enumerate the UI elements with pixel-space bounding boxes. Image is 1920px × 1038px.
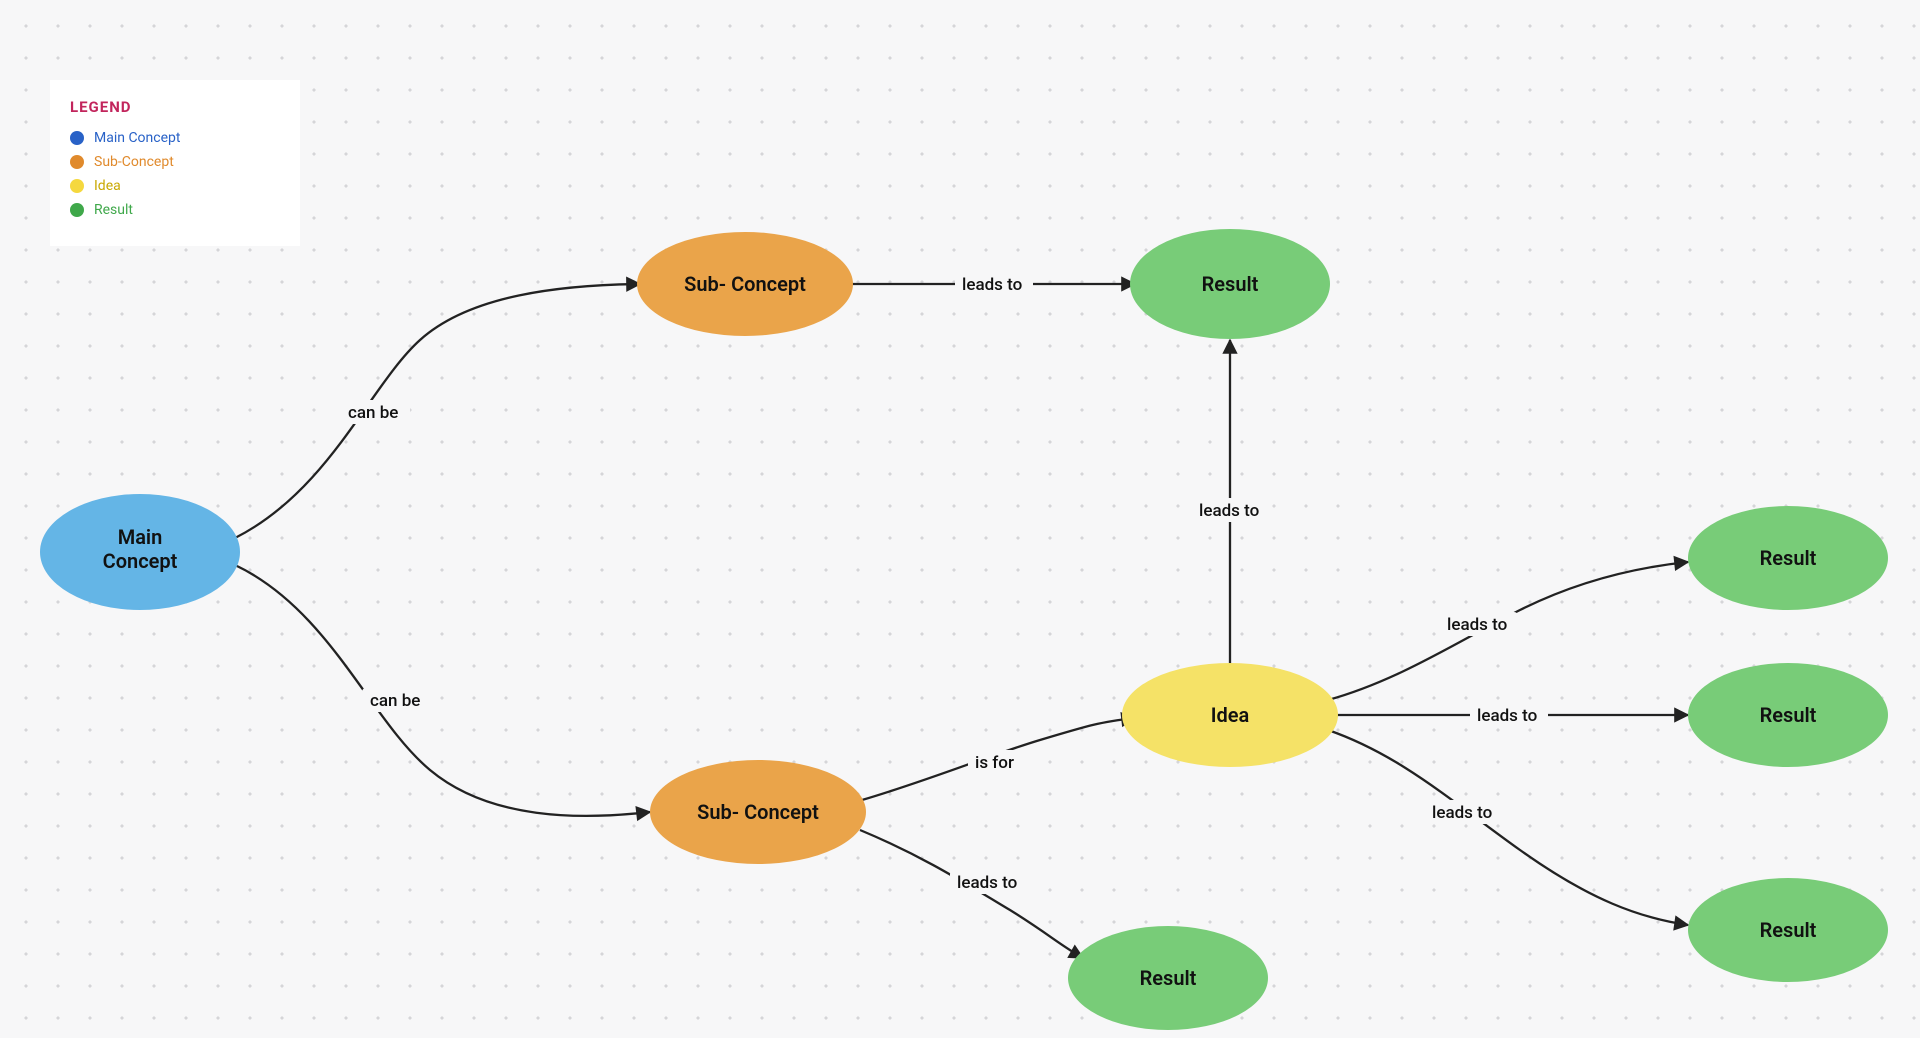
- edge-label-sub2-idea: is for: [975, 753, 1014, 773]
- node-result-mid[interactable]: Result: [1068, 926, 1268, 1030]
- node-result-r3[interactable]: Result: [1688, 878, 1888, 982]
- edge-label-idea-r1: leads to: [1447, 615, 1507, 635]
- edge-label-idea-r3: leads to: [1432, 803, 1492, 823]
- edge-main-sub1[interactable]: [235, 284, 640, 538]
- node-result-r3-label: Result: [1760, 918, 1817, 942]
- node-result-r1[interactable]: Result: [1688, 506, 1888, 610]
- node-idea[interactable]: Idea: [1122, 663, 1338, 767]
- node-result-r2-label: Result: [1760, 703, 1817, 727]
- edge-label-idea-r2: leads to: [1477, 706, 1537, 726]
- edge-label-idea-resulttop: leads to: [1199, 501, 1259, 521]
- node-sub2-label: Sub- Concept: [697, 800, 819, 824]
- edge-main-sub2[interactable]: [235, 565, 650, 816]
- node-result-r1-label: Result: [1760, 546, 1817, 570]
- node-result-r2[interactable]: Result: [1688, 663, 1888, 767]
- edge-idea-r3[interactable]: [1328, 730, 1688, 925]
- node-main-label2: Concept: [103, 549, 178, 573]
- edge-label-main-sub1: can be: [348, 403, 398, 423]
- node-sub-concept-1[interactable]: Sub- Concept: [637, 232, 853, 336]
- edge-label-main-sub2: can be: [370, 691, 420, 711]
- diagram-canvas[interactable]: LEGEND Main Concept Sub-Concept Idea Res…: [0, 0, 1920, 1038]
- node-result-mid-label: Result: [1140, 966, 1197, 990]
- diagram-svg: can be can be leads to is for leads to l…: [0, 0, 1920, 1038]
- node-result-top[interactable]: Result: [1130, 229, 1330, 339]
- edge-label-sub1-resulttop: leads to: [962, 275, 1022, 295]
- node-sub-concept-2[interactable]: Sub- Concept: [650, 760, 866, 864]
- node-sub1-label: Sub- Concept: [684, 272, 806, 296]
- node-result-top-label: Result: [1202, 272, 1259, 296]
- node-main-label1: Main: [118, 525, 163, 549]
- node-idea-label: Idea: [1211, 703, 1250, 727]
- edge-label-sub2-resultmid: leads to: [957, 873, 1017, 893]
- node-main-concept[interactable]: Main Concept: [40, 494, 240, 610]
